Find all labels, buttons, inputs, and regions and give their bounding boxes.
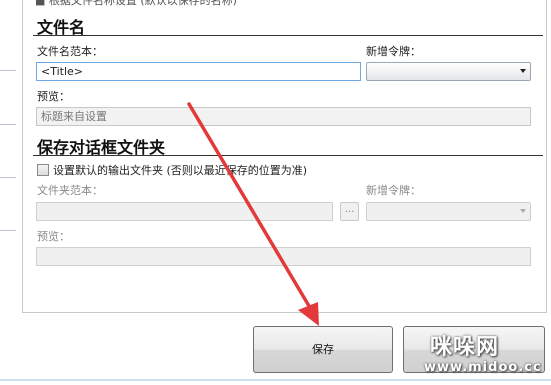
filename-token-label: 新增令牌：	[366, 45, 421, 58]
strip-tick	[0, 70, 16, 71]
section-divider	[33, 155, 543, 156]
filename-token-dropdown[interactable]	[366, 62, 531, 81]
bottom-bar	[0, 379, 551, 381]
filename-preview-label: 预览：	[37, 90, 70, 103]
watermark-url: www.midoo.cc	[424, 360, 542, 375]
folder-preview-label: 预览：	[37, 230, 70, 243]
left-strip	[0, 0, 22, 318]
default-output-folder-label: 设置默认的输出文件夹 (否则以最近保存的位置为准)	[53, 164, 308, 177]
filename-template-label: 文件名范本：	[37, 45, 103, 58]
default-output-folder-checkbox[interactable]	[37, 164, 49, 176]
folder-template-input[interactable]	[36, 202, 333, 221]
strip-tick	[0, 230, 16, 231]
folder-preview-field	[36, 247, 531, 266]
clipped-option-text: ■ 根据文件名称设置 (默认以保存的名称)	[35, 0, 237, 7]
filename-preview-field: 标题来自设置	[36, 107, 531, 126]
watermark-title: 咪哚网	[430, 335, 500, 360]
strip-tick	[0, 177, 16, 178]
strip-tick	[0, 124, 16, 125]
browse-folder-button[interactable]: ...	[340, 202, 359, 221]
chevron-down-icon	[520, 69, 526, 73]
settings-panel: ■ 根据文件名称设置 (默认以保存的名称) 文件名 文件名范本： <Title>…	[22, 0, 547, 313]
folder-token-dropdown[interactable]	[366, 202, 531, 221]
section-divider	[33, 35, 543, 36]
chevron-down-icon	[520, 209, 526, 213]
folder-token-label: 新增令牌：	[366, 184, 421, 197]
filename-template-input[interactable]: <Title>	[36, 62, 361, 81]
save-button[interactable]: 保存	[253, 326, 393, 373]
folder-template-label: 文件夹范本：	[37, 184, 103, 197]
